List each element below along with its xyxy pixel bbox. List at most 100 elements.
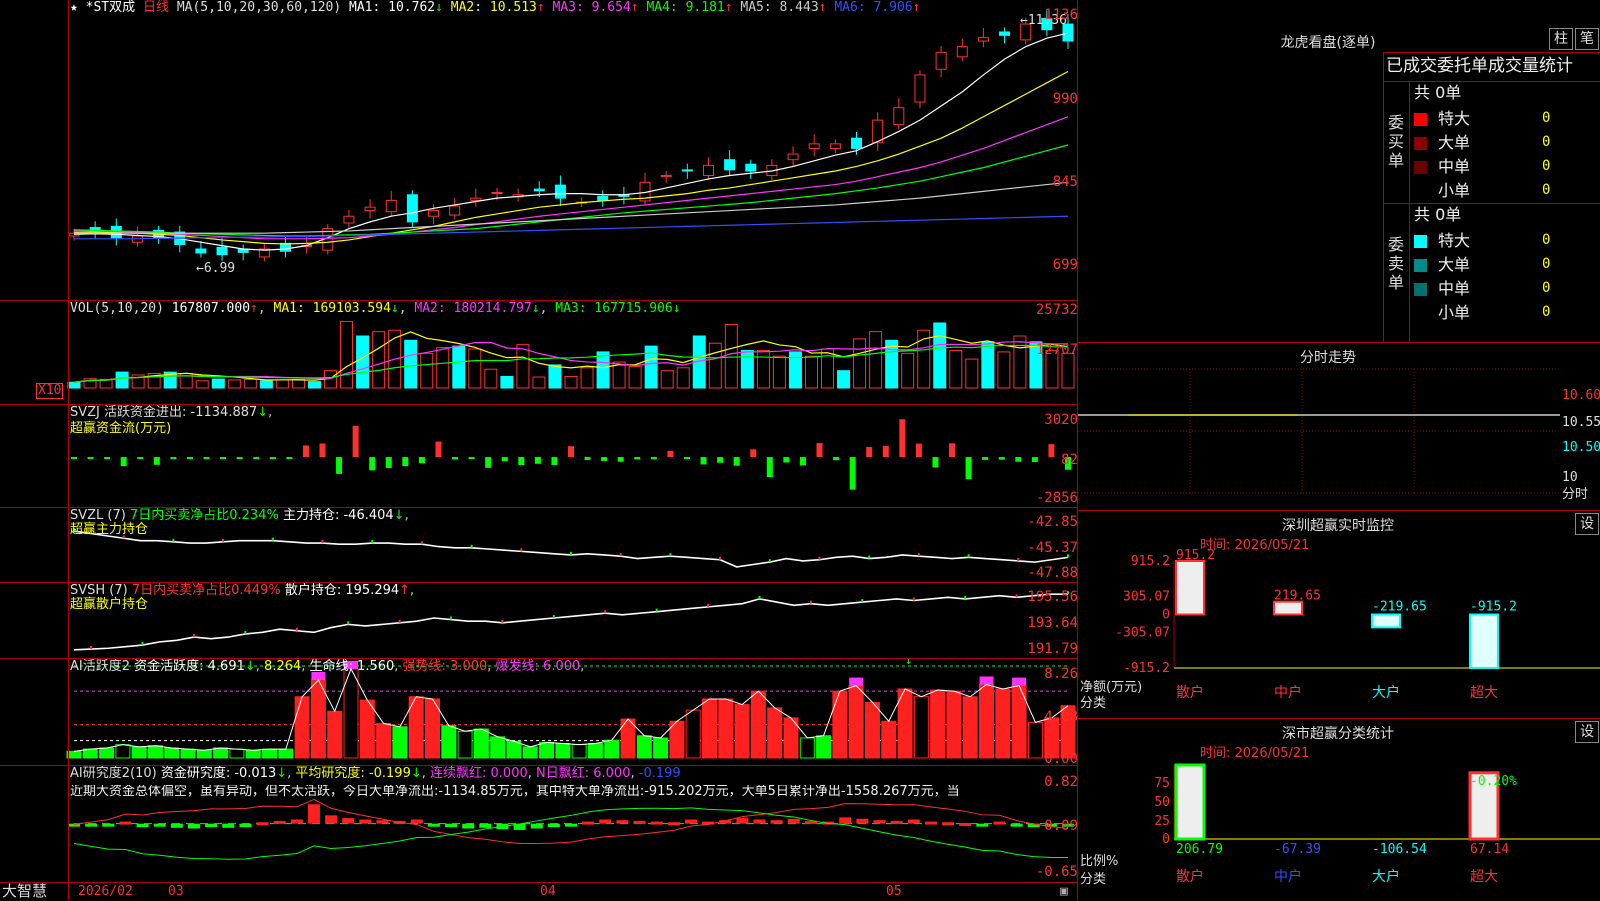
ai1-bar: [848, 685, 864, 759]
svzl-tick-mark: [967, 554, 970, 558]
ai1-bar: [946, 690, 962, 759]
ma5-value: MA5: 8.443: [740, 0, 819, 15]
ai2-bar: [290, 819, 303, 824]
ai2-bar: [153, 823, 166, 827]
svsh-tick-mark: [450, 616, 453, 620]
svzj-bar: [302, 445, 309, 458]
volume-bar: [372, 331, 386, 389]
ai2-bar: [582, 821, 595, 825]
lhk-box: 已成交委托单成交量统计 委买单 共 0单 特大 0 大单 0 中单 0 小单 0…: [1383, 52, 1600, 343]
svzj-bar: [882, 445, 889, 458]
sz-bar: [1175, 560, 1205, 616]
svzj-bar: [170, 457, 177, 460]
vol-ma3: MA3: 167715.906: [555, 301, 673, 316]
main-chart-area[interactable]: ★ *ST双成 日线 MA(5,10,20,30,60,120) MA1: 10…: [0, 0, 1078, 900]
svzl-panel[interactable]: SVZL (7) 7日内买卖净占比0.234% 主力持仓: -46.404↓, …: [0, 507, 1078, 582]
svsh-tick-mark: [655, 608, 658, 612]
svzj-bar: [982, 457, 989, 460]
ai2-research: 资金研究度: -0.013: [160, 766, 277, 781]
sell-xl-swatch: [1414, 235, 1427, 248]
volume-panel[interactable]: VOL(5,10,20) 167807.000↑, MA1: 169103.59…: [0, 300, 1078, 404]
svzj-bar: [418, 457, 425, 464]
ma2-value: MA2: 10.513: [450, 0, 537, 15]
price-candle: [724, 159, 736, 171]
ma-line-4: [73, 144, 1069, 237]
svzj-bar: [369, 457, 376, 471]
svzj-bar: [783, 457, 790, 463]
sell-row-xl: 特大 0: [1414, 231, 1594, 253]
volume-bar: [468, 348, 482, 389]
buy-side-label: 委买单: [1387, 113, 1404, 170]
svzj-bar: [385, 457, 392, 468]
ai1-bar: [164, 747, 180, 759]
svzj-bar: [120, 457, 127, 467]
price-tick: 1136: [1044, 7, 1078, 23]
volume-bar: [307, 381, 321, 389]
sell-row-m: 中单 0: [1414, 279, 1594, 301]
ai1-value2: 8.264: [264, 659, 302, 674]
intraday-panel[interactable]: 分时走势 10.60 10.55 10.50 10 分时: [1078, 342, 1600, 511]
svsh-holding: 散户持仓: 195.294: [284, 583, 400, 598]
price-candle: [491, 191, 503, 194]
ai2-red-streak: 连续飘红: 0.000: [430, 766, 528, 781]
svsh-tick: 195.56: [1027, 589, 1078, 605]
ai2-bar: [770, 820, 783, 824]
svsh-tick: 191.79: [1027, 641, 1078, 657]
sell-m-swatch: [1414, 283, 1427, 296]
svzl-tick-mark: [1017, 557, 1020, 561]
volume-bar: [580, 367, 594, 389]
vol-ma2-arrow: ↓: [531, 301, 540, 316]
ai2-description: 近期大资金总体偏空，虽有异动，但不太活跃，今日大单净流出:-1134.85万元，…: [70, 785, 960, 799]
divider: [1384, 81, 1600, 82]
ai-research-panel[interactable]: AI研究度2(10) 资金研究度: -0.013↓, 平均研究度: -0.199…: [0, 765, 1078, 882]
lhk-panel[interactable]: 龙虎看盘(逐单) 柱 笔 已成交委托单成交量统计 委买单 共 0单 特大 0 大…: [1078, 0, 1600, 343]
price-candle: [914, 74, 926, 103]
sz-stats-panel[interactable]: 深市超赢分类统计 设 时间: 2026/05/21 75 50 25 0 -0.20% 2…: [1078, 718, 1600, 901]
ai2-bar: [170, 823, 183, 828]
svzl-line: [73, 530, 1069, 568]
volume-bar: [291, 378, 305, 389]
ma3-arrow: ↑: [630, 0, 639, 15]
volume-bar: [1061, 352, 1075, 389]
price-panel[interactable]: ★ *ST双成 日线 MA(5,10,20,30,60,120) MA1: 10…: [0, 0, 1078, 300]
ma6-value: MA6: 7.906: [834, 0, 913, 15]
volume-bar: [981, 341, 995, 389]
bar-mode-button[interactable]: 柱: [1549, 28, 1573, 50]
sz-monitor-panel[interactable]: 深圳超赢实时监控 设 时间: 2026/05/21 915.2 305.07 0 -3…: [1078, 510, 1600, 719]
tick-mode-button[interactable]: 笔: [1575, 28, 1599, 50]
star-icon[interactable]: ★: [70, 0, 78, 15]
volume-bar: [837, 370, 851, 389]
svzj-bar: [932, 457, 939, 468]
lock-icon[interactable]: ▣: [1060, 885, 1068, 899]
buy-s-label: 小单: [1438, 181, 1471, 200]
ai1-bar: [180, 748, 196, 759]
ai-activity-panel[interactable]: ↓ AI活跃度2 资金活跃度: 4.691↓, 8.264, 生命线: 1.56…: [0, 658, 1078, 765]
ai2-bar: [924, 821, 937, 825]
ma4-value: MA4: 9.181: [646, 0, 725, 15]
ai1-bar: [473, 728, 489, 759]
ai2-bar: [890, 820, 903, 824]
ai1-bar: [685, 709, 701, 759]
ai1-bar: [816, 735, 832, 759]
volume-bar: [452, 345, 466, 389]
svzj-bar: [485, 457, 492, 468]
svzj-bar: [518, 457, 525, 466]
svzj-panel[interactable]: SVZJ 活跃资金进出: -1134.887↓, 超赢资金流(万元): [0, 404, 1078, 507]
period-label[interactable]: 日线: [143, 0, 169, 15]
sz-stats-ylabel: 比例%: [1080, 854, 1119, 869]
vol-ma3-arrow: ↓: [672, 301, 681, 316]
ai1-bar: [262, 748, 278, 759]
date-label-apr: 04: [540, 884, 556, 899]
svsh-ratio: 7日内买卖净占比0.449%: [131, 583, 281, 598]
buy-row-l: 大单 0: [1414, 133, 1594, 155]
svsh-panel[interactable]: SVSH (7) 7日内买卖净占比0.449% 散户持仓: 195.294↑, …: [0, 582, 1078, 658]
svzj-bar: [634, 457, 641, 460]
lhk-title: 龙虎看盘(逐单): [1280, 35, 1376, 51]
price-candle: [956, 46, 968, 58]
price-candle: [681, 169, 693, 172]
ai2-bar: [325, 815, 338, 824]
stats-category-label: 中户: [1274, 868, 1302, 885]
ai2-bar: [479, 823, 492, 828]
right-panels: 龙虎看盘(逐单) 柱 笔 已成交委托单成交量统计 委买单 共 0单 特大 0 大…: [1078, 0, 1600, 900]
stats-top-label: -0.20%: [1470, 774, 1517, 789]
